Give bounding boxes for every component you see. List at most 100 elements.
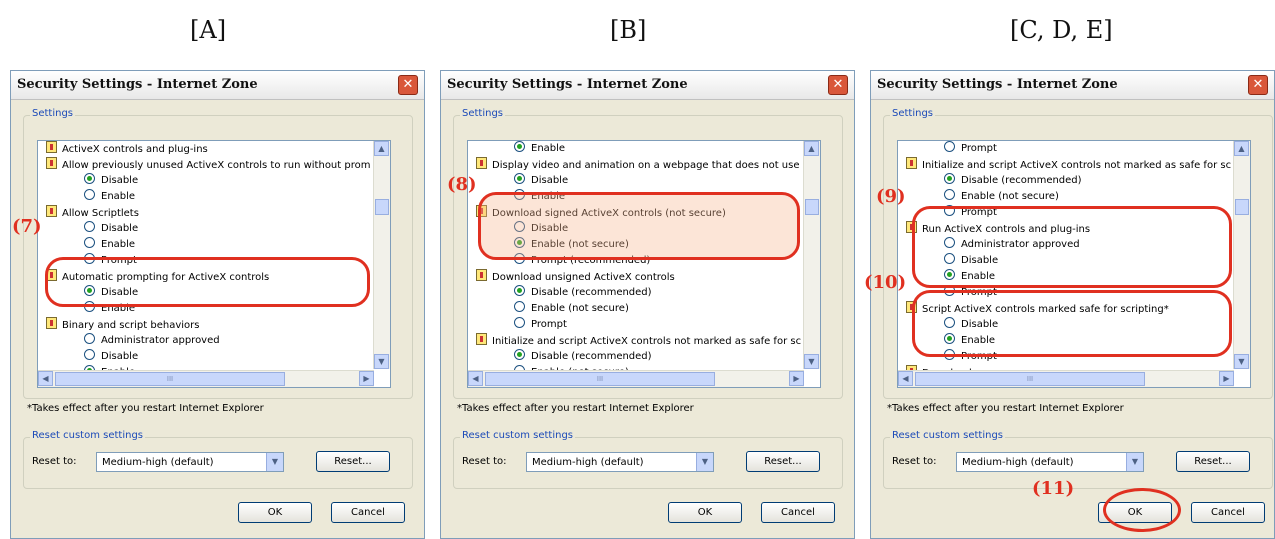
radio-selected-icon[interactable] [514, 173, 525, 184]
cancel-button[interactable]: Cancel [761, 502, 835, 523]
ok-button[interactable]: OK [238, 502, 312, 523]
setting-label: Enable (not secure) [961, 191, 1059, 202]
radio-unselected-icon[interactable] [944, 141, 955, 152]
setting-category[interactable]: Download unsigned ActiveX controls [476, 269, 675, 285]
setting-shield-icon [906, 157, 917, 169]
radio-unselected-icon[interactable] [84, 333, 95, 344]
close-button[interactable]: ✕ [828, 75, 848, 95]
reset-to-dropdown[interactable]: Medium-high (default) ▼ [526, 452, 714, 472]
setting-option-radio[interactable]: Disable [84, 349, 138, 365]
setting-label: Allow previously unused ActiveX controls… [62, 160, 371, 171]
setting-option-radio[interactable]: Disable [84, 221, 138, 237]
radio-unselected-icon[interactable] [514, 301, 525, 312]
setting-label: Enable [101, 239, 136, 250]
setting-option-radio[interactable]: Disable (recommended) [514, 349, 652, 365]
setting-option-radio[interactable]: Prompt [514, 317, 567, 333]
cancel-button[interactable]: Cancel [1191, 502, 1265, 523]
setting-category[interactable]: Display video and animation on a webpage… [476, 157, 800, 173]
radio-unselected-icon[interactable] [944, 189, 955, 200]
reset-to-dropdown[interactable]: Medium-high (default) ▼ [96, 452, 284, 472]
setting-option-radio[interactable]: Enable [514, 141, 565, 157]
radio-unselected-icon[interactable] [514, 317, 525, 328]
reset-button[interactable]: Reset... [1176, 451, 1250, 472]
scroll-down-button[interactable]: ▼ [804, 354, 819, 369]
scroll-down-button[interactable]: ▼ [1234, 354, 1249, 369]
reset-button[interactable]: Reset... [746, 451, 820, 472]
settings-legend: Settings [30, 108, 76, 119]
setting-category[interactable]: Binary and script behaviors [46, 317, 199, 333]
setting-category[interactable]: Initialize and script ActiveX controls n… [906, 157, 1231, 173]
setting-label: Prompt [531, 319, 567, 330]
chevron-down-icon[interactable]: ▼ [266, 453, 283, 471]
setting-option-radio[interactable]: Prompt [944, 141, 997, 157]
horizontal-scroll-thumb[interactable]: III [485, 372, 715, 386]
horizontal-scroll-thumb[interactable]: III [915, 372, 1145, 386]
vertical-scrollbar[interactable]: ▲ ▼ [1233, 141, 1250, 369]
setting-option-radio[interactable]: Disable (recommended) [944, 173, 1082, 189]
vertical-scroll-thumb[interactable] [375, 199, 389, 215]
reset-to-label: Reset to: [892, 456, 937, 467]
vertical-scrollbar[interactable]: ▲ ▼ [373, 141, 390, 369]
setting-option-radio[interactable]: Administrator approved [84, 333, 220, 349]
reset-button[interactable]: Reset... [316, 451, 390, 472]
setting-label: Disable (recommended) [531, 287, 652, 298]
dialog-title: Security Settings - Internet Zone [877, 77, 1118, 92]
setting-category[interactable]: ActiveX controls and plug-ins [46, 141, 208, 157]
vertical-scroll-thumb[interactable] [805, 199, 819, 215]
scroll-right-button[interactable]: ▶ [359, 371, 374, 386]
radio-selected-icon[interactable] [514, 349, 525, 360]
radio-selected-icon[interactable] [514, 285, 525, 296]
close-button[interactable]: ✕ [398, 75, 418, 95]
setting-option-radio[interactable]: Enable [84, 189, 135, 205]
vertical-scroll-thumb[interactable] [1235, 199, 1249, 215]
scroll-down-button[interactable]: ▼ [374, 354, 389, 369]
reset-to-label: Reset to: [32, 456, 77, 467]
setting-label: ActiveX controls and plug-ins [62, 144, 208, 155]
setting-label: Disable (recommended) [961, 175, 1082, 186]
setting-category[interactable]: Allow Scriptlets [46, 205, 139, 221]
radio-selected-icon[interactable] [514, 141, 525, 152]
horizontal-scrollbar[interactable]: ◀ III ▶ [38, 370, 374, 387]
scroll-up-button[interactable]: ▲ [804, 141, 819, 156]
radio-selected-icon[interactable] [84, 173, 95, 184]
radio-unselected-icon[interactable] [84, 221, 95, 232]
chevron-down-icon[interactable]: ▼ [696, 453, 713, 471]
radio-unselected-icon[interactable] [84, 237, 95, 248]
setting-label: Disable [101, 223, 139, 234]
dialog-title-bar: Security Settings - Internet Zone ✕ [11, 71, 424, 100]
scroll-left-button[interactable]: ◀ [38, 371, 53, 386]
setting-option-radio[interactable]: Enable (not secure) [514, 301, 629, 317]
setting-option-radio[interactable]: Disable [84, 173, 138, 189]
setting-category[interactable]: Initialize and script ActiveX controls n… [476, 333, 801, 349]
setting-option-radio[interactable]: Enable [84, 237, 135, 253]
step-10-marker: (10) [864, 272, 907, 293]
reset-to-dropdown[interactable]: Medium-high (default) ▼ [956, 452, 1144, 472]
setting-label: Enable [531, 143, 566, 154]
settings-legend: Settings [460, 108, 506, 119]
setting-option-radio[interactable]: Enable (not secure) [944, 189, 1059, 205]
setting-option-radio[interactable]: Disable [514, 173, 568, 189]
setting-option-radio[interactable]: Disable (recommended) [514, 285, 652, 301]
horizontal-scrollbar[interactable]: ◀ III ▶ [898, 370, 1234, 387]
close-button[interactable]: ✕ [1248, 75, 1268, 95]
column-label-cde: [C, D, E] [1010, 16, 1113, 44]
ok-button[interactable]: OK [668, 502, 742, 523]
scroll-right-button[interactable]: ▶ [789, 371, 804, 386]
radio-unselected-icon[interactable] [84, 349, 95, 360]
cancel-button[interactable]: Cancel [331, 502, 405, 523]
vertical-scrollbar[interactable]: ▲ ▼ [803, 141, 820, 369]
radio-unselected-icon[interactable] [84, 189, 95, 200]
horizontal-scroll-thumb[interactable]: III [55, 372, 285, 386]
scroll-right-button[interactable]: ▶ [1219, 371, 1234, 386]
reset-to-value: Medium-high (default) [102, 457, 214, 468]
scroll-left-button[interactable]: ◀ [468, 371, 483, 386]
horizontal-scrollbar[interactable]: ◀ III ▶ [468, 370, 804, 387]
scroll-up-button[interactable]: ▲ [1234, 141, 1249, 156]
scroll-up-button[interactable]: ▲ [374, 141, 389, 156]
radio-selected-icon[interactable] [944, 173, 955, 184]
settings-tree[interactable]: Enable Display video and animation on a w… [467, 140, 821, 388]
chevron-down-icon[interactable]: ▼ [1126, 453, 1143, 471]
scroll-left-button[interactable]: ◀ [898, 371, 913, 386]
setting-category[interactable]: Allow previously unused ActiveX controls… [46, 157, 370, 173]
reset-to-value: Medium-high (default) [962, 457, 1074, 468]
